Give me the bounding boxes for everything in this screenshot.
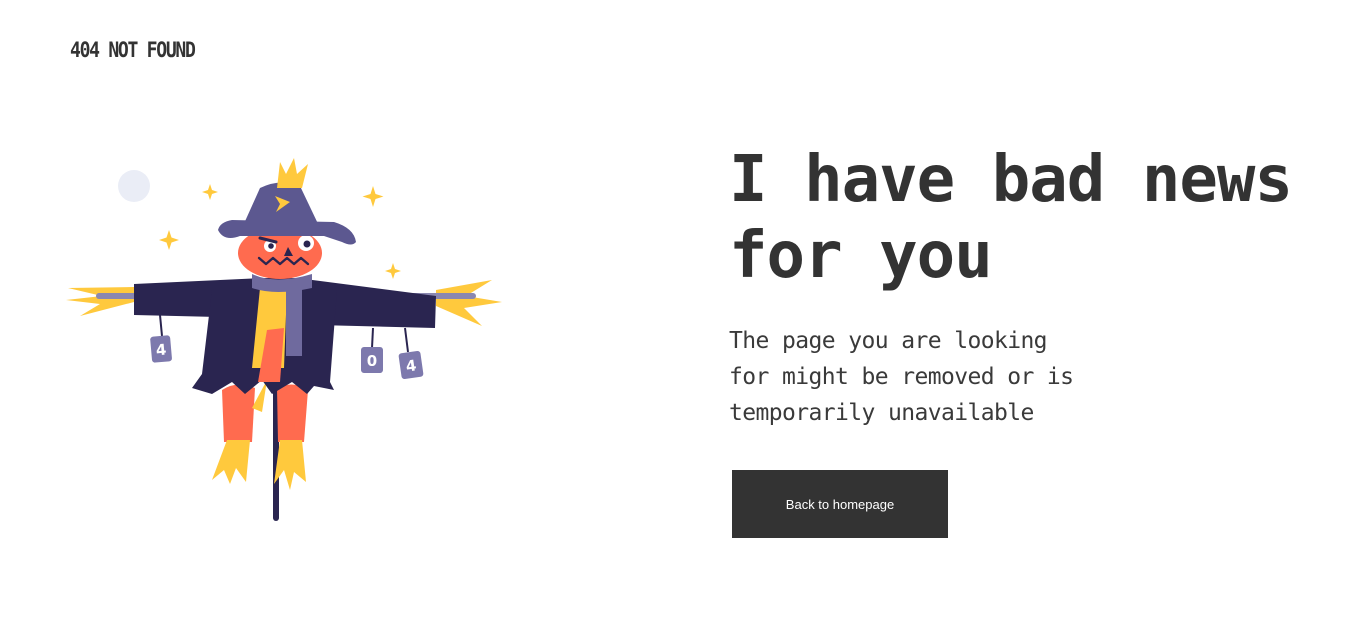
error-content: I have bad news for you The page you are…: [729, 142, 1329, 431]
tag-digit-1: 4: [155, 341, 167, 360]
brand-logo[interactable]: 404 NOT FOUND: [70, 38, 196, 62]
page-headline: I have bad news for you: [729, 143, 1293, 293]
tag-digit-2: 0: [367, 352, 377, 370]
scarecrow-illustration: 4 0 4: [62, 150, 507, 525]
back-to-homepage-button[interactable]: Back to homepage: [732, 470, 948, 538]
moon-shape: [118, 170, 150, 202]
error-message: The page you are looking for might be re…: [729, 328, 1074, 426]
